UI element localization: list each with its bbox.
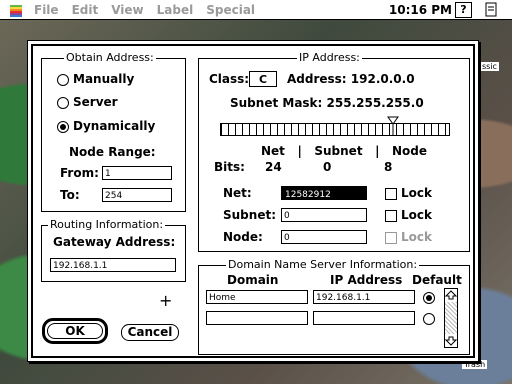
application-menu-icon[interactable] [484, 2, 498, 17]
dns-title: Domain Name Server Information: [226, 258, 420, 271]
menu-clock[interactable]: 10:16 PM [389, 3, 452, 17]
menu-view[interactable]: View [111, 3, 143, 17]
bits-header: Net | Subnet | Node [261, 144, 428, 158]
subnet-label: Subnet: [223, 208, 276, 222]
help-icon[interactable]: ? [455, 2, 472, 18]
from-label: From: [60, 166, 99, 180]
slider-thumb-icon[interactable] [386, 116, 399, 136]
tcpip-dialog: Obtain Address: Manually Server Dynamica… [27, 40, 479, 362]
radio-manually-label[interactable]: Manually [73, 72, 134, 86]
menu-special[interactable]: Special [206, 3, 255, 17]
menu-edit[interactable]: Edit [72, 3, 99, 17]
dns-row2-domain-field[interactable] [206, 311, 308, 325]
routing-group: Routing Information: [41, 218, 186, 282]
radio-server-label[interactable]: Server [73, 95, 118, 109]
bits-label: Bits: [214, 160, 245, 174]
subnet-field[interactable]: 0 [281, 208, 367, 222]
routing-title: Routing Information: [48, 218, 166, 231]
subnet-bit-slider[interactable] [220, 123, 450, 136]
node-lock-label: Lock [401, 230, 432, 244]
subnet-lock-checkbox[interactable] [385, 210, 397, 222]
class-popup[interactable]: C [249, 71, 277, 87]
node-range-label: Node Range: [69, 145, 156, 159]
node-label: Node: [223, 230, 263, 244]
node-field[interactable]: 0 [281, 230, 367, 244]
radio-server[interactable] [57, 97, 69, 109]
add-icon[interactable]: + [159, 291, 172, 310]
from-field[interactable]: 1 [102, 166, 172, 180]
dns-row1-default-radio[interactable] [423, 292, 435, 304]
net-lock-checkbox[interactable] [385, 188, 397, 200]
radio-manually[interactable] [57, 74, 69, 86]
menu-file[interactable]: File [34, 3, 59, 17]
gateway-field[interactable]: 192.168.1.1 [50, 258, 176, 272]
node-lock-checkbox [385, 232, 397, 244]
apple-menu-icon[interactable] [8, 3, 24, 17]
subnet-mask-text: Subnet Mask: 255.255.255.0 [230, 96, 424, 110]
menu-label[interactable]: Label [157, 3, 194, 17]
scroll-down-arrow-icon[interactable] [445, 335, 457, 347]
bits-net-value: 24 [265, 160, 282, 174]
dns-col-domain: Domain [227, 273, 279, 287]
net-field[interactable]: 12582912 [281, 186, 367, 200]
net-label: Net: [223, 186, 252, 200]
radio-dynamically[interactable] [57, 121, 69, 133]
address-text: Address: 192.0.0.0 [287, 72, 415, 86]
bits-subnet-value: 0 [323, 160, 332, 174]
dns-col-default: Default [412, 273, 462, 287]
gateway-label: Gateway Address: [53, 235, 176, 249]
to-field[interactable]: 254 [102, 188, 172, 202]
cancel-button[interactable]: Cancel [121, 324, 179, 341]
subnet-lock-label[interactable]: Lock [401, 208, 432, 222]
to-label: To: [60, 188, 80, 202]
dns-scrollbar[interactable] [444, 288, 458, 348]
desktop-icon-label[interactable]: ssic [480, 62, 499, 71]
ip-address-title: IP Address: [297, 51, 362, 64]
dns-row2-default-radio[interactable] [423, 313, 435, 325]
bits-node-value: 8 [384, 160, 393, 174]
class-label: Class: [209, 72, 250, 86]
ok-button[interactable]: OK [47, 323, 103, 339]
menu-bar: File Edit View Label Special 10:16 PM ? [0, 0, 512, 20]
obtain-address-title: Obtain Address: [64, 51, 156, 64]
dns-row1-domain-field[interactable]: Home [206, 290, 308, 304]
scroll-up-arrow-icon[interactable] [445, 289, 457, 301]
radio-dynamically-label[interactable]: Dynamically [73, 119, 155, 133]
scroll-track[interactable] [445, 302, 457, 334]
dns-row1-ip-field[interactable]: 192.168.1.1 [313, 290, 415, 304]
net-lock-label[interactable]: Lock [401, 186, 432, 200]
dns-col-ip: IP Address [330, 273, 403, 287]
dns-row2-ip-field[interactable] [313, 311, 415, 325]
